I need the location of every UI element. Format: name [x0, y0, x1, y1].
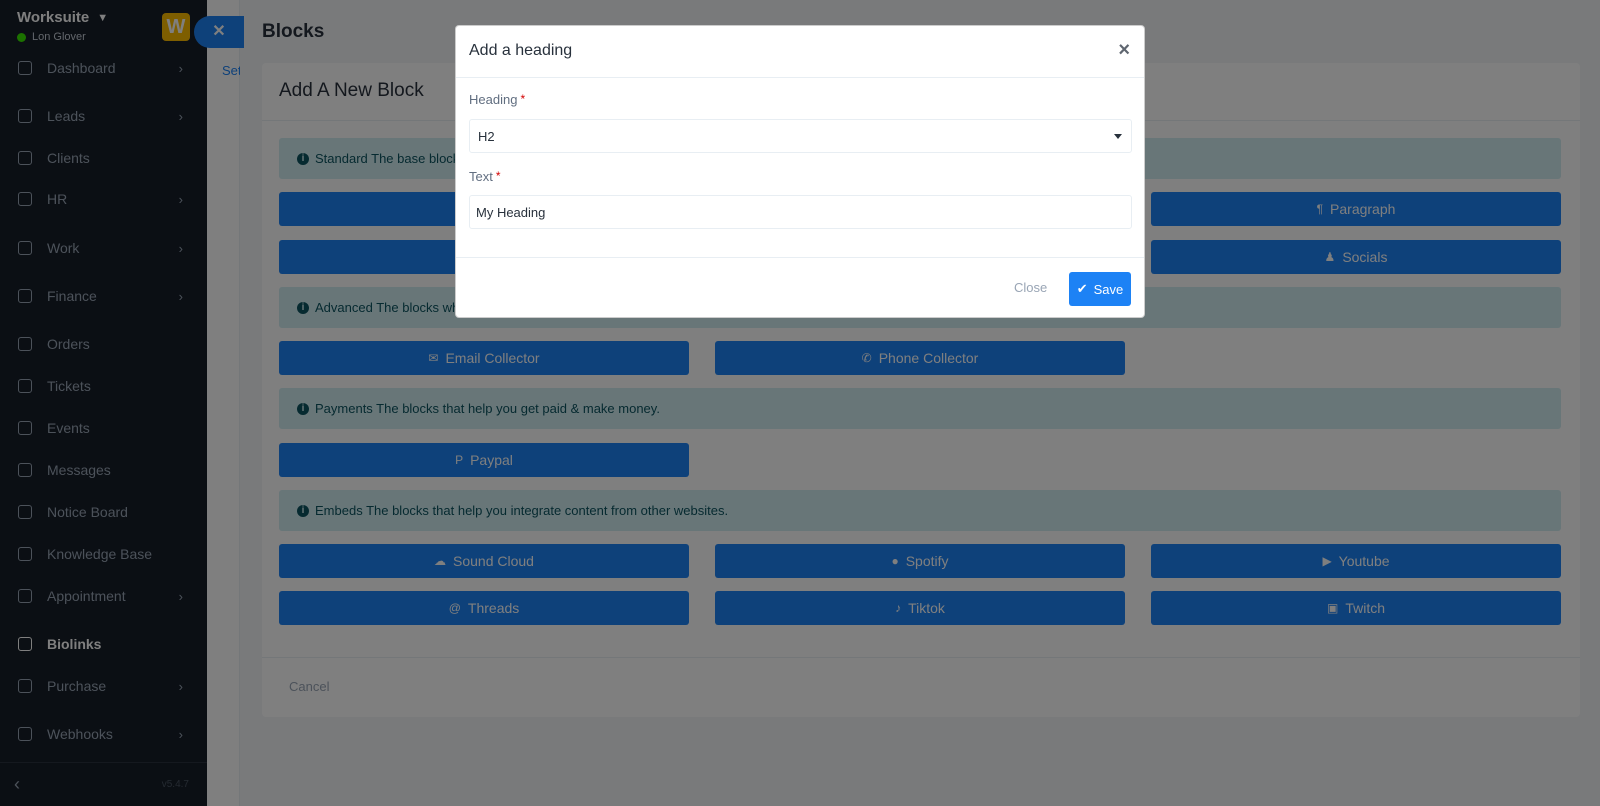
modal-header: Add a heading × — [456, 26, 1144, 78]
text-label: Text * — [469, 169, 501, 184]
heading-label: Heading * — [469, 92, 525, 107]
required-mark: * — [520, 92, 526, 106]
close-button[interactable]: Close — [1014, 280, 1047, 295]
required-mark: * — [495, 169, 501, 183]
modal-close-icon[interactable]: × — [1118, 40, 1130, 60]
text-label-text: Text — [469, 169, 493, 184]
modal-title: Add a heading — [469, 42, 573, 59]
save-button[interactable]: ✔ Save — [1069, 272, 1131, 306]
heading-text-input[interactable] — [469, 195, 1132, 229]
heading-select-value: H2 — [478, 128, 495, 144]
add-heading-modal: Add a heading × Heading* H2 Text* Close … — [455, 25, 1145, 318]
heading-label-text: Heading — [469, 92, 518, 107]
caret-down-icon — [1114, 134, 1122, 139]
heading-select[interactable]: H2 — [469, 119, 1132, 153]
check-icon: ✔ — [1076, 281, 1088, 296]
modal-footer: Close ✔ Save — [456, 257, 1144, 318]
save-label: Save — [1093, 281, 1124, 297]
